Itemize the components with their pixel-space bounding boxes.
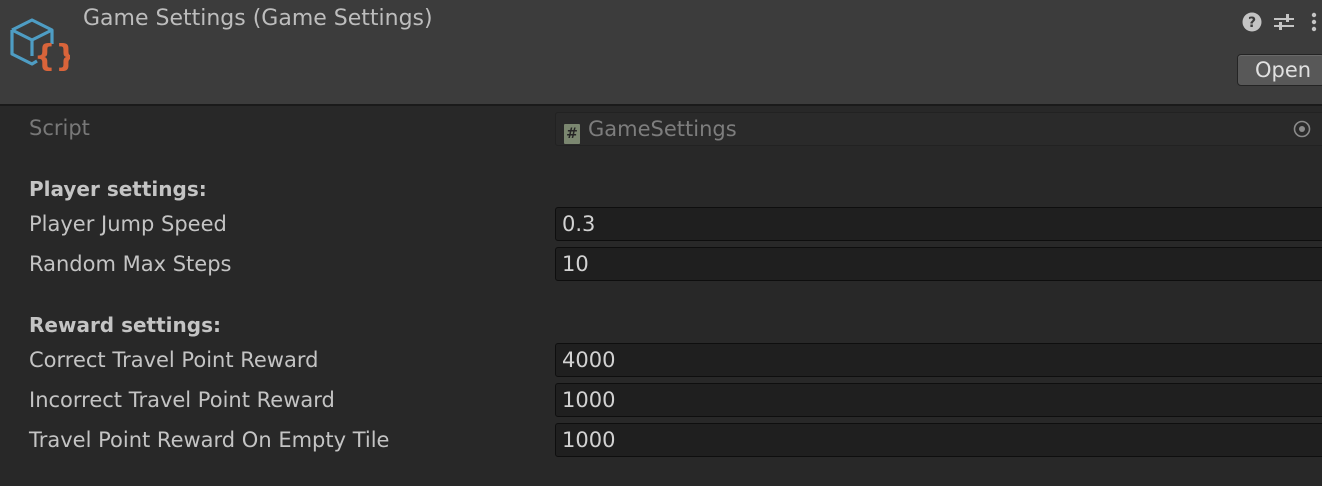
inspector-header: {} Game Settings (Game Settings) ? Open [0,0,1322,106]
correct-travel-point-reward-label: Correct Travel Point Reward [29,348,319,372]
incorrect-travel-point-reward-label: Incorrect Travel Point Reward [29,388,335,412]
svg-text:?: ? [1248,15,1256,31]
player-jump-speed-field[interactable]: 0.3 [555,207,1322,241]
presets-icon[interactable] [1272,11,1296,33]
correct-travel-point-reward-field[interactable]: 4000 [555,343,1322,377]
object-picker-icon[interactable] [1293,120,1311,138]
random-max-steps-field[interactable]: 10 [555,247,1322,281]
player-jump-speed-label: Player Jump Speed [29,212,227,236]
help-icon[interactable]: ? [1241,11,1263,33]
svg-text:{}: {} [34,39,70,74]
more-menu-icon[interactable] [1308,11,1320,33]
empty-tile-reward-field[interactable]: 1000 [555,423,1322,457]
empty-tile-reward-label: Travel Point Reward On Empty Tile [29,428,390,452]
open-button[interactable]: Open [1237,54,1322,86]
script-field: # GameSettings [555,112,1322,146]
player-settings-header: Player settings: [29,177,207,201]
reward-settings-header: Reward settings: [29,313,221,337]
script-icon: # [564,124,580,144]
incorrect-travel-point-reward-field[interactable]: 1000 [555,383,1322,417]
script-name: GameSettings [588,117,737,141]
inspector-title: Game Settings (Game Settings) [83,6,433,31]
scriptable-object-icon: {} [10,18,70,74]
random-max-steps-label: Random Max Steps [29,252,232,276]
script-label: Script [29,116,90,140]
